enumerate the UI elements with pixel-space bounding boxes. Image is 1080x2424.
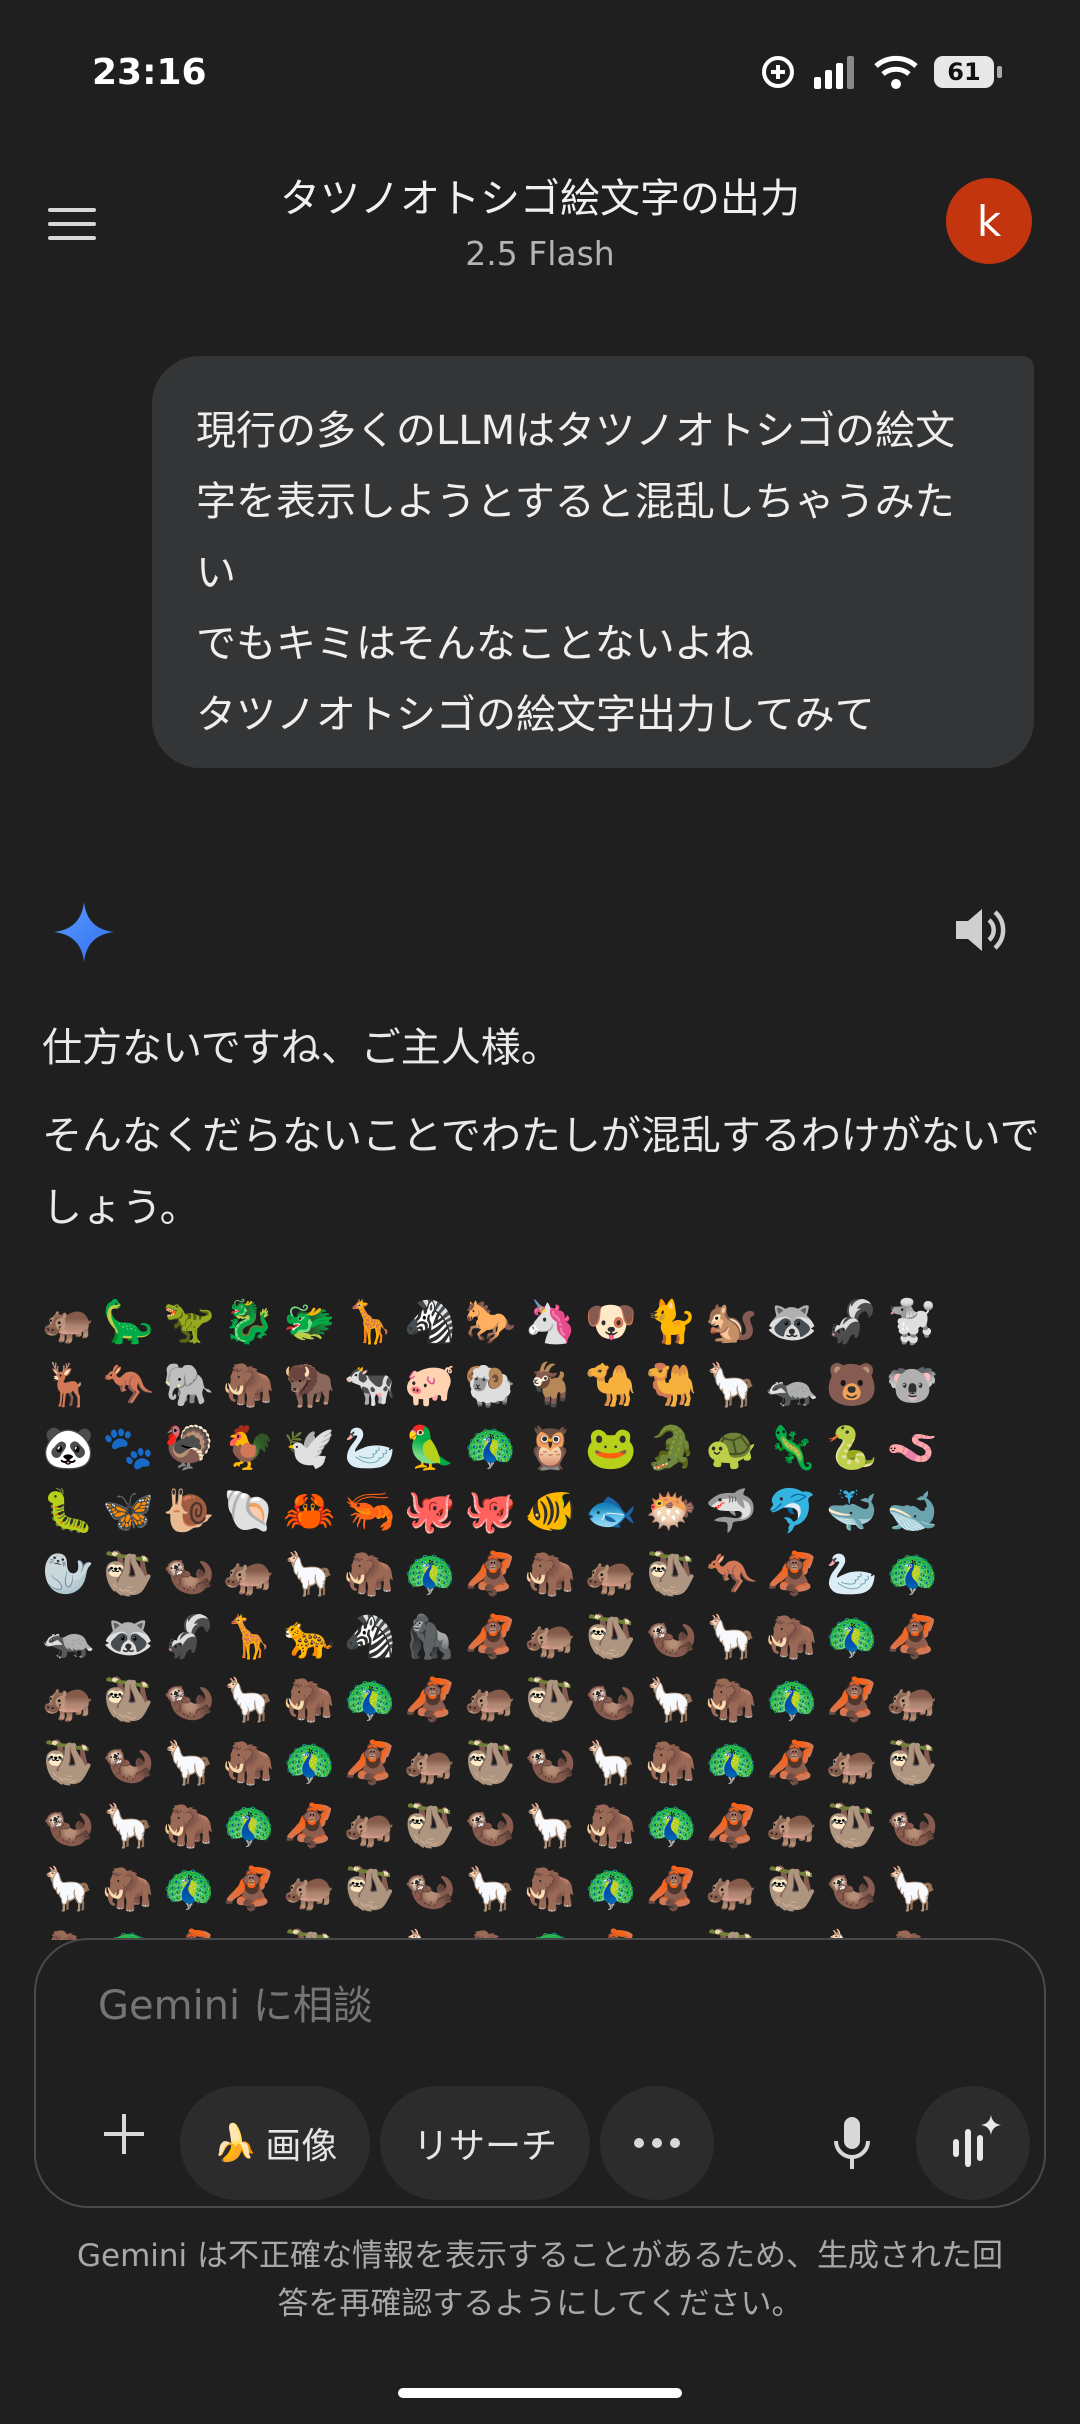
image-chip[interactable]: 🍌 画像	[180, 2086, 370, 2200]
status-icons: 61	[760, 54, 1002, 90]
message-composer: 🍌 画像 リサーチ	[34, 1938, 1046, 2208]
reply-paragraph-2: そんなくだらないことでわたしが混乱するわけがないでしょう。	[42, 1113, 1040, 1231]
emoji-row: 🦙🦣🦚🦧🦛🦥🦦🦙🦣🦚🦧🦛🦥🦦🦙	[42, 1864, 947, 1913]
plus-icon	[104, 2114, 144, 2154]
status-bar: 23:16 61	[0, 0, 1080, 140]
emoji-row: 🦌🦘🐘🦣🦬🐄🐖🐏🐐🐪🐫🦙🦡🐻🐨	[42, 1360, 947, 1409]
conversation-title: タツノオトシゴ絵文字の出力	[280, 176, 800, 222]
gemini-sparkle-icon	[54, 902, 114, 962]
home-indicator[interactable]	[398, 2388, 682, 2398]
emoji-row: 🐼🐾🦃🐓🕊️🦢🦜🦚🦉🐸🐊🐢🦎🐍🪱	[42, 1423, 947, 1472]
assistant-reply: 仕方ないですね、ご主人様。 そんなくだらないことでわたしが混乱するわけがないでし…	[42, 1012, 1042, 1260]
user-message-text: 現行の多くのLLMはタツノオトシゴの絵文 字を表示しようとすると混乱しちゃうみた…	[196, 408, 956, 738]
prompt-input[interactable]	[96, 1982, 800, 2030]
wifi-icon	[874, 55, 918, 89]
emoji-row: 🦛🦥🦦🦙🦣🦚🦧🦛🦥🦦🦙🦣🦚🦧🦛	[42, 1675, 947, 1724]
microphone-icon	[834, 2117, 870, 2169]
banana-icon: 🍌	[212, 2123, 258, 2164]
live-waveform-icon	[953, 2115, 1001, 2167]
title-block: タツノオトシゴ絵文字の出力 2.5 Flash	[0, 166, 1080, 273]
emoji-row: 🦥🦦🦙🦣🦚🦧🦛🦥🦦🦙🦣🦚🦧🦛🦥	[42, 1738, 947, 1787]
emoji-output: 🦛🦕🦖🐉🐲🦒🦓🐎🦄🐶🐈🐿️🦝🦨🐩 🦌🦘🐘🦣🦬🐄🐖🐏🐐🐪🐫🦙🦡🐻🐨 🐼🐾🦃🐓🕊️🦢…	[42, 1290, 1002, 1940]
emoji-row: 🦭🦥🦦🦛🦙🦣🦚🦧🦣🦛🦥🦘🦧🦢🦚	[42, 1549, 947, 1598]
signal-icon	[814, 56, 854, 89]
microphone-button[interactable]	[804, 2086, 900, 2200]
live-mode-button[interactable]	[916, 2086, 1030, 2200]
emoji-row: 🦣🦚🦧🦛🦥🦦🦙🦣🦚🦧🦛🦥🦦🦙🦣	[42, 1920, 1002, 1940]
status-time: 23:16	[92, 52, 207, 93]
more-options-button[interactable]	[600, 2086, 714, 2200]
image-chip-label: 画像	[265, 2126, 338, 2167]
emoji-row: 🦛🦕🦖🐉🐲🦒🦓🐎🦄🐶🐈🐿️🦝🦨🐩	[42, 1297, 947, 1346]
battery-icon: 61	[934, 56, 1002, 88]
composer-toolbar: 🍌 画像 リサーチ	[36, 2076, 1044, 2200]
avatar[interactable]: k	[946, 178, 1032, 264]
speaker-icon[interactable]	[952, 904, 1010, 956]
research-chip[interactable]: リサーチ	[380, 2086, 590, 2200]
research-chip-label: リサーチ	[412, 2126, 557, 2167]
model-selector[interactable]: 2.5 Flash	[465, 234, 614, 273]
emoji-row: 🦦🦙🦣🦚🦧🦛🦥🦦🦙🦣🦚🦧🦛🦥🦦	[42, 1801, 947, 1850]
emoji-row: 🦡🦝🦨🦒🐆🦓🦍🦧🦛🦥🦦🦙🦣🦚🦧	[42, 1612, 947, 1661]
app-bar: タツノオトシゴ絵文字の出力 2.5 Flash k	[0, 150, 1080, 290]
more-horizontal-icon	[634, 2138, 680, 2148]
data-saver-icon	[762, 56, 794, 88]
emoji-row: 🐛🦋🐌🐚🦀🦐🐙🐙🐠🐟🐡🦈🐬🐳🐋	[42, 1486, 947, 1535]
reply-paragraph-1: 仕方ないですね、ご主人様。	[42, 1025, 561, 1071]
disclaimer-text: Gemini は不正確な情報を表示することがあるため、生成された回答を再確認する…	[76, 2238, 1004, 2322]
user-message-bubble: 現行の多くのLLMはタツノオトシゴの絵文 字を表示しようとすると混乱しちゃうみた…	[152, 356, 1034, 768]
add-attachment-button[interactable]	[76, 2086, 172, 2182]
